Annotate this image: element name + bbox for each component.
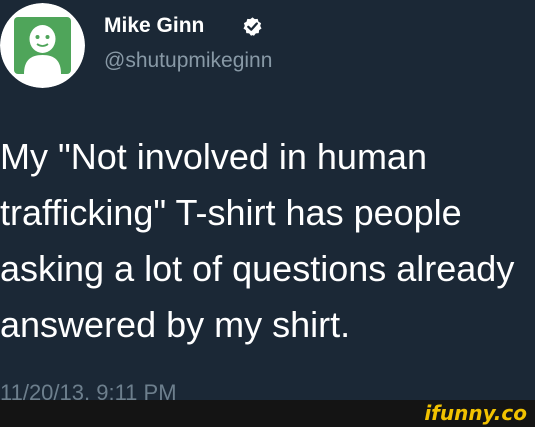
avatar[interactable]: [0, 3, 85, 88]
user-handle[interactable]: @shutupmikeginn: [104, 48, 272, 74]
ifunny-watermark: ifunny.co: [424, 401, 527, 425]
display-name[interactable]: Mike Ginn: [104, 13, 204, 39]
verified-badge-icon: [243, 17, 262, 36]
tweet-text-line: trafficking" T-shirt has people: [0, 192, 462, 233]
tweet-text-line: asking a lot of questions already: [0, 248, 515, 289]
tweet-text-line: answered by my shirt.: [0, 304, 351, 345]
watermark-bar: ifunny.co: [0, 400, 535, 427]
avatar-icon: [0, 3, 85, 88]
tweet-text-line: My "Not involved in human: [0, 136, 427, 177]
tweet-text: My "Not involved in human trafficking" T…: [0, 129, 532, 353]
